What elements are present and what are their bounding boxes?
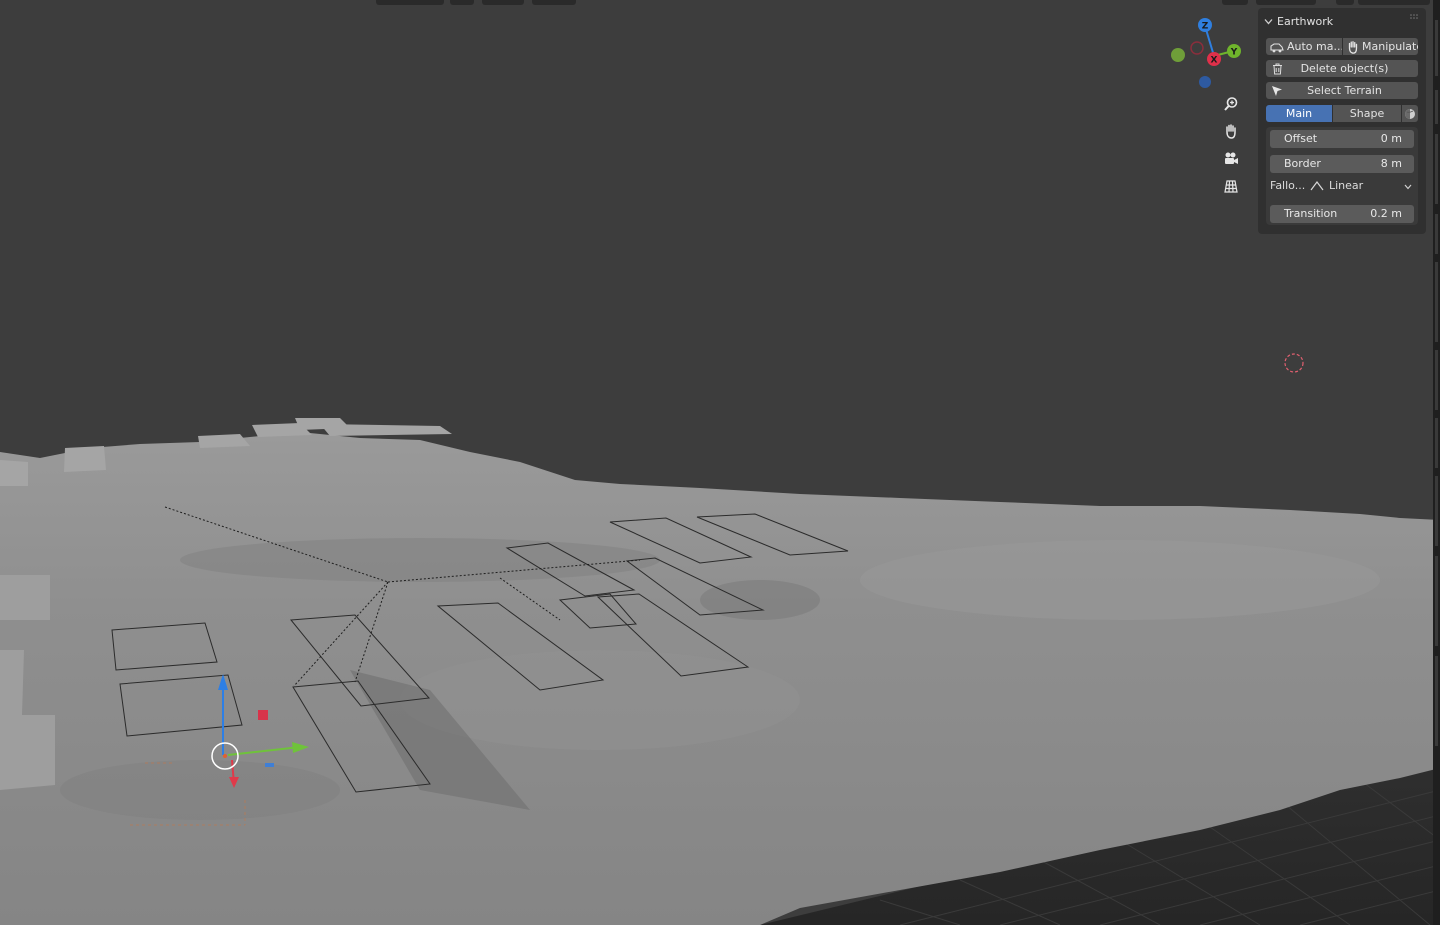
navigation-gizmo[interactable]: Z Y X [1160,14,1250,98]
tab-misc-2[interactable] [1435,262,1438,342]
tab-shape-label: Shape [1349,107,1385,120]
neg-x-axis-icon [1190,41,1204,55]
tab-misc-7[interactable] [1435,656,1438,746]
sidebar-tab-strip[interactable] [1433,0,1440,925]
neg-y-axis-icon [1171,48,1185,62]
offset-value: 0 m [1380,132,1402,145]
manipulate-button-label: Manipulate [1362,40,1418,53]
border-label: Border [1284,157,1321,170]
chevron-down-icon [1264,18,1273,24]
border-value: 8 m [1380,157,1402,170]
linear-falloff-icon [1310,181,1324,191]
drag-handle-icon[interactable] [1410,14,1420,20]
auto-button[interactable]: Auto ma... [1266,38,1342,55]
tab-view[interactable] [1435,90,1438,124]
trash-icon [1272,63,1282,74]
tab-misc-1[interactable] [1435,214,1438,254]
transition-value: 0.2 m [1370,207,1402,220]
transition-label: Transition [1284,207,1338,220]
3d-viewport[interactable]: Z Y X Earthwork Auto ma... Manipulate De… [0,0,1440,925]
hand-icon [1348,40,1358,54]
auto-button-label: Auto ma... [1287,40,1342,53]
tab-item[interactable] [1435,20,1438,76]
earthwork-sidebar: Earthwork Auto ma... Manipulate Delete o… [1258,8,1426,234]
falloff-value: Linear [1329,179,1364,192]
grid-view-icon [1224,180,1238,193]
tab-misc-6[interactable] [1435,556,1438,646]
tab-misc-4[interactable] [1435,418,1438,468]
select-terrain-label: Select Terrain [1307,84,1382,97]
delete-button-label: Delete object(s) [1300,62,1389,75]
3d-cursor [1284,353,1304,373]
tab-earthwork[interactable] [1435,134,1438,204]
falloff-row: Fallo... Linear [1270,177,1418,195]
falloff-label: Fallo... [1270,179,1306,192]
earthwork-settings-box: Offset 0 m Border 8 m Fallo... Linear Tr… [1266,127,1418,225]
manipulate-button[interactable]: Manipulate [1343,38,1418,55]
delete-objects-button[interactable]: Delete object(s) [1266,60,1418,77]
tab-main-label: Main [1285,107,1313,120]
zoom-button[interactable] [1218,91,1244,117]
cursor-arrow-icon [1272,85,1282,96]
select-terrain-button[interactable]: Select Terrain [1266,82,1418,99]
border-field[interactable]: Border 8 m [1270,155,1414,173]
svg-text:Y: Y [1230,48,1238,58]
tab-extra[interactable] [1402,105,1418,122]
earthwork-panel-header[interactable]: Earthwork [1264,13,1420,29]
pan-button[interactable] [1218,118,1244,144]
auto-vehicle-icon [1270,42,1284,52]
panel-title: Earthwork [1277,14,1334,28]
tab-misc-5[interactable] [1435,476,1438,546]
neg-z-axis-icon [1199,76,1211,88]
sphere-icon [1405,108,1415,119]
tab-shape[interactable]: Shape [1333,105,1401,122]
falloff-dropdown[interactable]: Linear [1306,177,1416,195]
svg-text:X: X [1211,56,1218,66]
svg-text:Z: Z [1202,22,1209,32]
camera-icon [1225,152,1238,164]
tab-main[interactable]: Main [1266,105,1332,122]
offset-label: Offset [1284,132,1318,145]
offset-field[interactable]: Offset 0 m [1270,130,1414,148]
ortho-toggle-button[interactable] [1218,173,1244,199]
transition-field[interactable]: Transition 0.2 m [1270,205,1414,223]
hand-pan-icon [1226,124,1236,139]
tab-misc-3[interactable] [1435,350,1438,410]
zoom-icon [1224,97,1238,111]
camera-view-button[interactable] [1218,146,1244,172]
chevron-down-icon [1404,184,1412,190]
